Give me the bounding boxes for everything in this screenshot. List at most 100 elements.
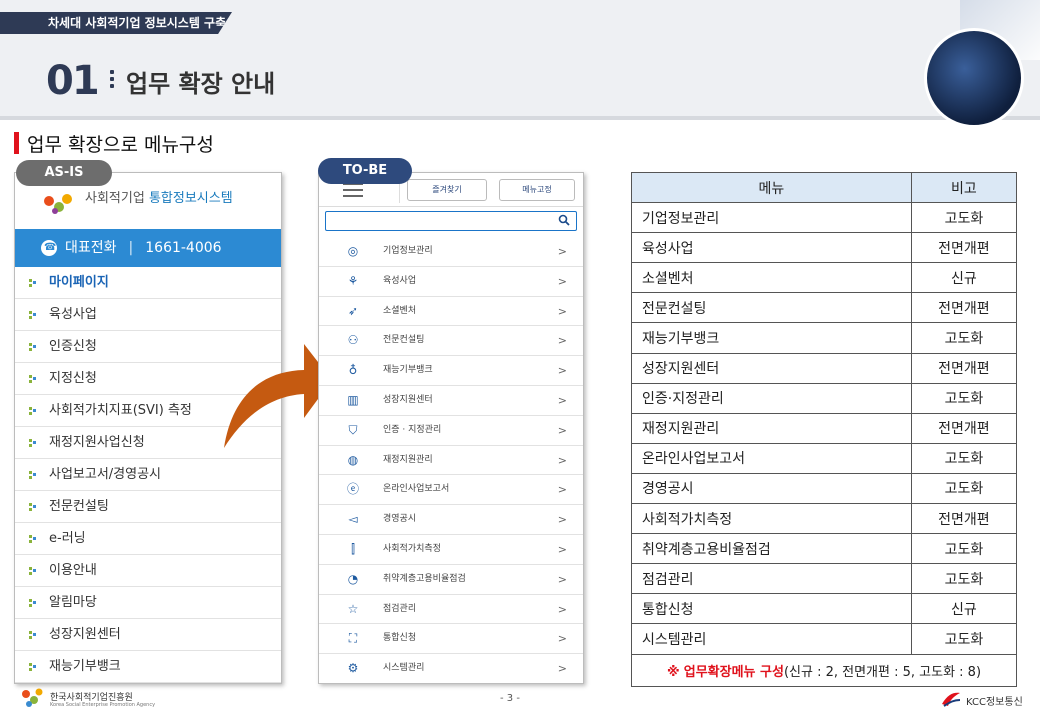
server-photo	[924, 28, 1024, 128]
tobe-menu-item[interactable]: ◅ 경영공시 >	[319, 505, 583, 535]
bullet-icon	[29, 279, 37, 287]
building-icon: ◎	[347, 244, 359, 258]
chevron-right-icon: >	[557, 542, 567, 556]
note-cell: 전면개편	[910, 352, 1018, 384]
table-row: 점검관리 고도화	[631, 563, 1018, 595]
asis-menu-item[interactable]: 마이페이지	[15, 267, 281, 299]
tobe-menu-item[interactable]: ☆ 점검관리 >	[319, 595, 583, 625]
tobe-menu-item[interactable]: ⫿ 사회적가치측정 >	[319, 535, 583, 565]
tobe-menu-item[interactable]: ⛶ 통합신청 >	[319, 624, 583, 655]
asis-menu-item[interactable]: e-러닝	[15, 523, 281, 555]
asis-menu-item[interactable]: 재능기부뱅크	[15, 651, 281, 683]
tobe-menu-item[interactable]: ⛉ 인증 · 지정관리 >	[319, 416, 583, 446]
bar-chart-icon: ▥	[347, 392, 359, 407]
menu-cell: 통합신청	[631, 593, 912, 625]
org-logo	[22, 688, 43, 707]
call-label: 대표전화	[65, 240, 117, 256]
tobe-menu-panel: 즐겨찾기 메뉴고정 ◎ 기업정보관리 > ⚘ 육성사업 > ➶ 소셜벤처 > ⚇ 전문컨설팅 >…	[318, 172, 584, 684]
col-note-header: 비고	[910, 171, 1018, 204]
chevron-right-icon: >	[557, 393, 567, 407]
chevron-right-icon: >	[557, 453, 567, 467]
table-footnote: ※ 업무확장메뉴 구성(신규 : 2, 전면개편 : 5, 고도화 : 8)	[631, 653, 1017, 687]
menu-cell: 온라인사업보고서	[631, 442, 912, 474]
table-row: 전문컨설팅 전면개편	[631, 292, 1018, 324]
table-row: 소셜벤처 신규	[631, 262, 1018, 294]
footnote-lead: 업무확장메뉴 구성	[683, 664, 784, 680]
tobe-menu-item[interactable]: ⚘ 육성사업 >	[319, 267, 583, 297]
tobe-menu-item[interactable]: ▥ 성장지원센터 >	[319, 386, 583, 416]
phone-icon	[41, 229, 57, 267]
sprout-icon: ⚘	[347, 273, 359, 288]
rocket-icon: ➶	[347, 303, 359, 318]
chevron-right-icon: >	[557, 572, 567, 586]
tobe-menu-item[interactable]: ⚇ 전문컨설팅 >	[319, 326, 583, 357]
asis-menu-item[interactable]: 알림마당	[15, 587, 281, 619]
asis-menu-item[interactable]: 성장지원센터	[15, 619, 281, 651]
hamburger-icon[interactable]	[343, 183, 363, 201]
tobe-menu-item[interactable]: ◍ 재정지원관리 >	[319, 446, 583, 476]
tobe-menu-item[interactable]: ◔ 취약계층고용비율점검 >	[319, 565, 583, 595]
menu-cell: 취약계층고용비율점검	[631, 533, 912, 565]
fix-menu-button[interactable]: 메뉴고정	[499, 179, 575, 201]
menu-cell: 재능기부뱅크	[631, 322, 912, 354]
e-icon: ⓔ	[346, 482, 359, 497]
chevron-right-icon: >	[557, 662, 567, 676]
asis-menu-item[interactable]: 육성사업	[15, 299, 281, 331]
table-row: 경영공시 고도화	[631, 472, 1018, 505]
shield-icon: ⛉	[348, 422, 358, 437]
chevron-right-icon: >	[557, 483, 567, 497]
favorites-button[interactable]: 즐겨찾기	[407, 179, 487, 201]
chevron-right-icon: >	[557, 245, 567, 258]
bullet-icon	[29, 535, 37, 543]
bulb-icon: ♁	[348, 363, 358, 378]
call-bar[interactable]: 대표전화 | 1661-4006	[15, 229, 281, 267]
chevron-right-icon: >	[557, 423, 567, 437]
subtitle-marker	[14, 132, 19, 154]
note-cell: 고도화	[910, 382, 1018, 414]
social-enterprise-logo	[44, 194, 72, 214]
bullet-icon	[29, 407, 37, 415]
bullet-icon	[29, 343, 37, 351]
chevron-right-icon: >	[557, 513, 567, 527]
table-row: 기업정보관리 고도화	[631, 202, 1018, 234]
note-cell: 고도화	[910, 563, 1018, 595]
asis-menu-item[interactable]: 사업보고서/경영공시	[15, 459, 281, 491]
asis-menu-item[interactable]: 이용안내	[15, 555, 281, 587]
note-cell: 신규	[910, 593, 1018, 625]
bullet-icon	[29, 439, 37, 447]
kcc-logo	[942, 692, 961, 707]
tobe-menu-item[interactable]: ♁ 재능기부뱅크 >	[319, 356, 583, 386]
note-cell: 고도화	[910, 472, 1018, 505]
line-chart-icon: ⫿	[351, 541, 355, 556]
menu-change-table: 메뉴 비고 기업정보관리 고도화 육성사업 전면개편 소셜벤처 신규 전문컨설팅 전면개…	[631, 171, 1018, 687]
tobe-menu-item[interactable]: ⓔ 온라인사업보고서 >	[319, 475, 583, 506]
pie-chart-icon: ◔	[347, 571, 359, 586]
table-row: 재정지원관리 전면개편	[631, 412, 1018, 444]
tobe-menu-item[interactable]: ⚙ 시스템관리 >	[319, 654, 583, 683]
menu-cell: 인증·지정관리	[631, 382, 912, 414]
coins-icon: ◍	[347, 452, 359, 467]
table-row: 재능기부뱅크 고도화	[631, 322, 1018, 354]
col-menu-header: 메뉴	[631, 171, 912, 204]
table-row: 사회적가치측정 전면개편	[631, 503, 1018, 535]
chevron-right-icon: >	[557, 602, 567, 616]
table-row: 취약계층고용비율점검 고도화	[631, 533, 1018, 565]
search-input[interactable]	[325, 211, 577, 231]
bullet-icon	[29, 567, 37, 575]
section-number: 01	[46, 58, 100, 104]
asis-label: AS-IS	[16, 160, 112, 186]
asis-menu-item[interactable]: 전문컨설팅	[15, 491, 281, 523]
menu-cell: 사회적가치측정	[631, 503, 912, 535]
table-row: 육성사업 전면개편	[631, 232, 1018, 264]
search-icon[interactable]	[558, 214, 570, 226]
table-row: 시스템관리 고도화	[631, 623, 1018, 655]
menu-cell: 전문컨설팅	[631, 292, 912, 324]
project-tag: 차세대 사회적기업 정보시스템 구축	[0, 12, 232, 34]
tobe-menu-item[interactable]: ◎ 기업정보관리 >	[319, 237, 583, 267]
asis-menu-list: 마이페이지 육성사업 인증신청 지정신청 사회적가치지표(SVI) 측정 재정지…	[15, 267, 281, 683]
tobe-menu-item[interactable]: ➶ 소셜벤처 >	[319, 297, 583, 327]
note-cell: 고도화	[910, 322, 1018, 354]
note-mark: ※	[666, 664, 680, 680]
chevron-right-icon: >	[557, 304, 567, 318]
header-divider	[0, 116, 1040, 120]
